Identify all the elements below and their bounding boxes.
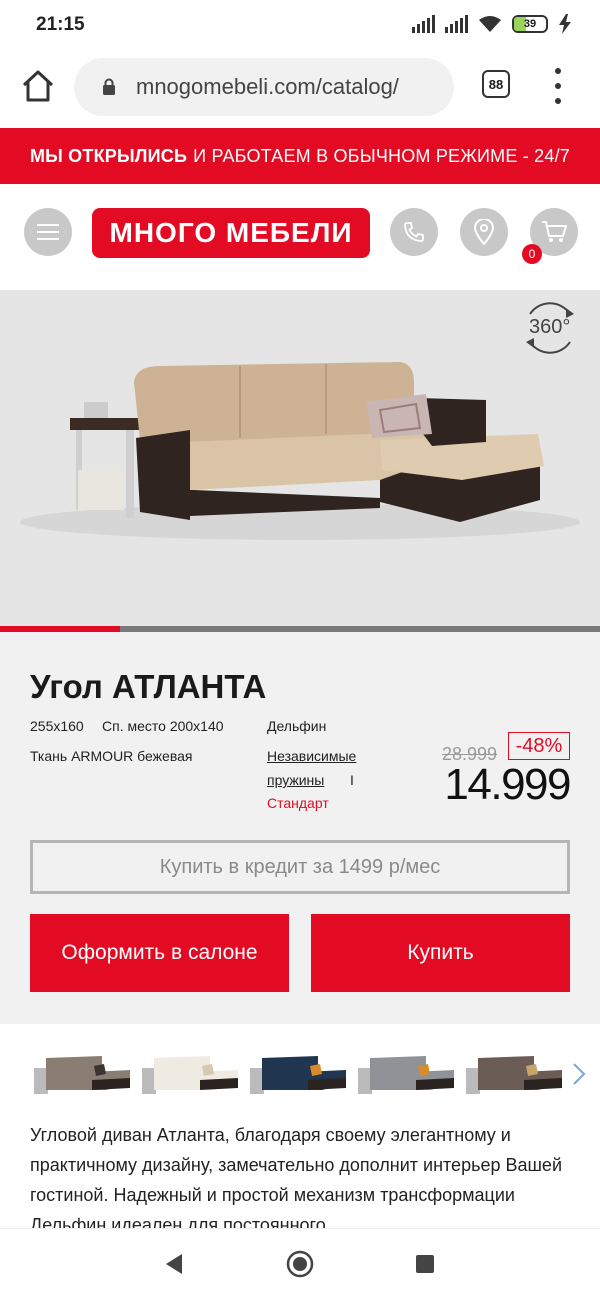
promo-text: И РАБОТАЕМ В ОБЫЧНОМ РЕЖИМЕ - 24/7 <box>193 145 571 166</box>
cart-icon <box>542 221 567 242</box>
signal-icon <box>412 15 435 33</box>
wifi-icon <box>479 16 501 32</box>
clock: 21:15 <box>36 14 85 35</box>
product-title: Угол АТЛАНТА <box>30 668 267 705</box>
discount-badge: -48% <box>508 732 570 760</box>
product-image[interactable]: 360° <box>0 290 600 626</box>
url-text[interactable]: mnogomebeli.com/catalog/ <box>136 74 446 100</box>
rotate-360-button[interactable]: 360° <box>520 300 580 356</box>
chevron-right-icon[interactable] <box>572 1062 586 1086</box>
current-price: 14.999 <box>444 760 571 809</box>
spec-separator: I <box>350 772 354 788</box>
home-nav-icon[interactable] <box>286 1250 314 1278</box>
product-mechanism: Дельфин <box>267 718 327 734</box>
color-thumbnail[interactable] <box>464 1050 564 1098</box>
location-pin-icon <box>474 219 494 245</box>
rotate-360-label: 360° <box>529 316 571 338</box>
promo-bold-text: МЫ ОТКРЫЛИСЬ <box>29 145 188 166</box>
buy-button[interactable]: Купить <box>311 914 570 992</box>
status-bar: 21:15 39 <box>0 0 600 52</box>
promo-banner: МЫ ОТКРЫЛИСЬ И РАБОТАЕМ В ОБЫЧНОМ РЕЖИМЕ… <box>0 128 600 184</box>
product-fabric: Ткань ARMOUR бежевая <box>30 748 193 764</box>
phone-icon <box>404 222 424 242</box>
product-info: Угол АТЛАНТА 255x160 Сп. место 200x140 Т… <box>0 632 600 1024</box>
address-bar[interactable]: mnogomebeli.com/catalog/ <box>74 58 454 116</box>
tab-switcher-button[interactable]: 88 <box>482 70 510 98</box>
credit-button[interactable]: Купить в кредит за 1499 р/мес <box>30 840 570 894</box>
color-thumbnails <box>0 1024 600 1124</box>
hamburger-menu-button[interactable] <box>24 208 72 256</box>
product-variant[interactable]: Стандарт <box>267 795 329 811</box>
color-thumbnail[interactable] <box>140 1050 240 1098</box>
product-sleep-area: Сп. место 200x140 <box>102 718 224 734</box>
product-description: Угловой диван Атланта, благодаря своему … <box>30 1125 563 1228</box>
system-nav-bar <box>0 1228 600 1299</box>
color-thumbnail[interactable] <box>356 1050 456 1098</box>
location-button[interactable] <box>460 208 508 256</box>
order-in-salon-button[interactable]: Оформить в салоне <box>30 914 289 992</box>
signal-icon <box>445 15 468 33</box>
battery-icon: 39 <box>512 15 548 33</box>
color-thumbnail[interactable] <box>32 1050 132 1098</box>
home-icon[interactable] <box>20 68 56 104</box>
color-thumbnail[interactable] <box>248 1050 348 1098</box>
springs-link-line2[interactable]: пружины <box>267 772 324 788</box>
status-icons: 39 <box>412 14 572 34</box>
sofa-image <box>20 362 580 540</box>
back-icon[interactable] <box>164 1253 184 1275</box>
recents-icon[interactable] <box>416 1255 434 1273</box>
cart-count-badge: 0 <box>522 244 542 264</box>
site-header: МНОГО МЕБЕЛИ <box>0 184 600 290</box>
menu-dots-icon[interactable] <box>548 68 568 104</box>
browser-toolbar: mnogomebeli.com/catalog/ 88 <box>0 52 600 128</box>
lock-icon <box>103 78 115 95</box>
phone-button[interactable] <box>390 208 438 256</box>
hamburger-icon <box>37 224 59 240</box>
springs-link[interactable]: Независимые <box>267 748 356 764</box>
site-logo[interactable]: МНОГО МЕБЕЛИ <box>92 208 370 258</box>
charging-icon <box>559 14 571 34</box>
product-size: 255x160 <box>30 718 84 734</box>
